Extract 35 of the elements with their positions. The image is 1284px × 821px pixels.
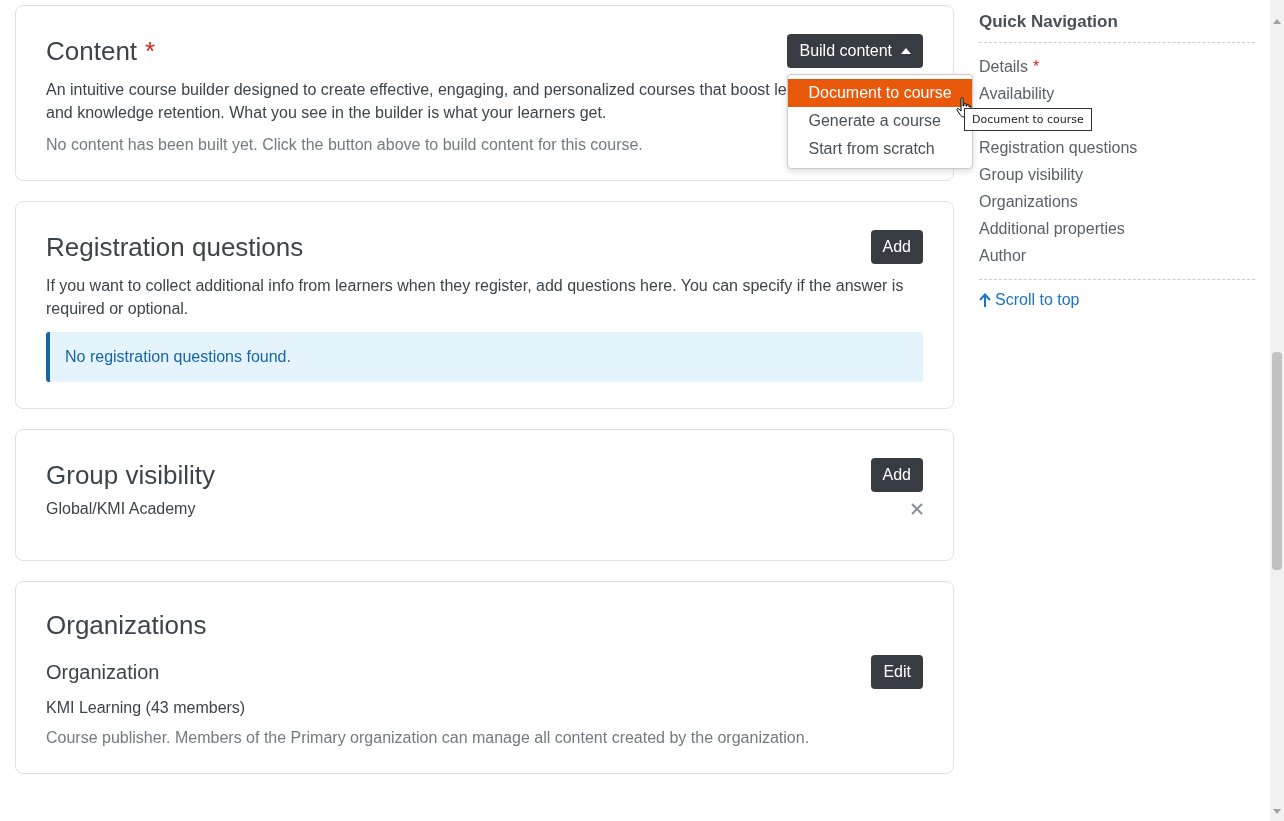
add-button[interactable]: Add xyxy=(870,458,923,492)
section-title: Group visibility xyxy=(46,459,216,491)
empty-content-note: No content has been built yet. Click the button above to build content for this course. xyxy=(46,136,643,154)
section-title: Organizations xyxy=(46,610,208,641)
description-line: An intuitive course builder designed to create effective, engaging, and personalized courses that boost le xyxy=(46,80,787,100)
menu-item[interactable]: Document to course xyxy=(788,79,973,107)
info-alert: No registration questions found. xyxy=(46,332,923,382)
section-title: Content * xyxy=(46,35,156,67)
navigation-link[interactable]: Group visibility xyxy=(979,161,1255,188)
quick-navigation-title: Quick Navigation xyxy=(979,12,1255,43)
navigation-link[interactable]: Availability xyxy=(979,80,1255,107)
description-line: and knowledge retention. What you see in the builder is what your learners get. xyxy=(46,103,607,123)
tooltip: Document to course xyxy=(964,108,1092,131)
subsection-title: Organization xyxy=(46,660,160,684)
caret-icon xyxy=(901,48,911,54)
navigation-link[interactable]: Registration questions xyxy=(979,134,1255,161)
section-description: If you want to collect additional info from learners when they register, add questions here. You can specify if the answer is required or optional. xyxy=(46,276,905,319)
add-button[interactable]: Add xyxy=(870,230,923,264)
organization-name: KMI Learning (43 members) xyxy=(46,699,247,717)
navigation-link[interactable]: Organizations xyxy=(979,188,1255,215)
close-icon[interactable] xyxy=(911,503,923,515)
group-name: Global/KMI Academy xyxy=(46,500,196,518)
navigation-link[interactable]: Details * xyxy=(979,53,1255,80)
navigation-link[interactable]: Additional properties xyxy=(979,215,1255,242)
build-content-button[interactable]: Build content xyxy=(787,34,923,68)
edit-button[interactable]: Edit xyxy=(871,655,923,689)
scrollbar[interactable] xyxy=(1270,0,1284,821)
arrow-up-icon xyxy=(979,293,991,307)
menu-item[interactable]: Start from scratch xyxy=(788,135,973,163)
required-mark: * xyxy=(1032,58,1040,75)
section-title: Registration questions xyxy=(46,231,304,263)
navigation-link[interactable]: Author xyxy=(979,242,1255,269)
scroll-to-top-link[interactable]: Scroll to top xyxy=(979,291,1255,309)
required-mark: * xyxy=(145,35,156,66)
organization-note: Course publisher. Members of the Primary organization can manage all content created by the organization. xyxy=(46,729,810,747)
